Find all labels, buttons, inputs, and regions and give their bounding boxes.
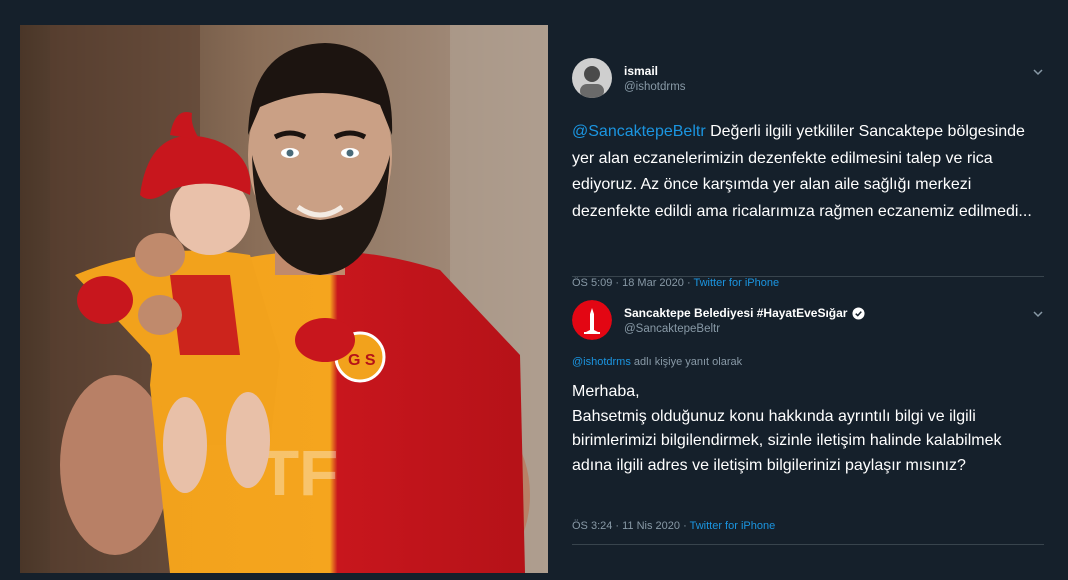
- tweet-thread: ismail @ishotdrms @SancaktepeBeltr Değer…: [560, 30, 1056, 575]
- display-name-row: Sancaktepe Belediyesi #HayatEveSığar: [624, 306, 866, 320]
- tweet-greeting: Merhaba,: [572, 383, 640, 400]
- source-link[interactable]: Twitter for iPhone: [690, 520, 776, 532]
- divider: [572, 544, 1044, 545]
- chevron-down-icon[interactable]: [1032, 66, 1044, 78]
- display-name[interactable]: ismail: [624, 64, 686, 78]
- photo-illustration: ★★★★ G S TF: [20, 25, 548, 573]
- tweet-timestamp: ÖS 3:24 · 11 Nis 2020 · Twitter for iPho…: [572, 520, 775, 532]
- reply-context: @ishotdrms adlı kişiye yanıt olarak: [572, 356, 742, 368]
- display-name[interactable]: Sancaktepe Belediyesi #HayatEveSığar: [624, 306, 847, 320]
- avatar[interactable]: [572, 58, 612, 98]
- tweet-photo[interactable]: ★★★★ G S TF: [20, 25, 548, 573]
- reply-user-link[interactable]: @ishotdrms: [572, 356, 631, 368]
- user-handle[interactable]: @SancaktepeBeltr: [624, 323, 865, 335]
- timestamp-text[interactable]: ÖS 3:24 · 11 Nis 2020 ·: [572, 520, 690, 532]
- mention-link[interactable]: @SancaktepeBeltr: [572, 123, 706, 140]
- jersey-sponsor: TF: [260, 437, 338, 509]
- timestamp-text[interactable]: ÖS 5:09 · 18 Mar 2020 ·: [572, 277, 693, 289]
- tweet-text: Merhaba, Bahsetmiş olduğunuz konu hakkın…: [572, 380, 1044, 478]
- tweet-text: @SancaktepeBeltr Değerli ilgili yetkilil…: [572, 119, 1042, 225]
- avatar[interactable]: [572, 300, 612, 340]
- verified-badge-icon: [852, 306, 866, 320]
- divider: [572, 276, 1044, 277]
- tweet-timestamp: ÖS 5:09 · 18 Mar 2020 · Twitter for iPho…: [572, 277, 779, 289]
- user-handle[interactable]: @ishotdrms: [624, 81, 686, 93]
- reply-context-text: adlı kişiye yanıt olarak: [630, 356, 743, 368]
- tweet-body: Bahsetmiş olduğunuz konu hakkında ayrınt…: [572, 407, 1002, 474]
- source-link[interactable]: Twitter for iPhone: [693, 277, 779, 289]
- chevron-down-icon[interactable]: [1032, 308, 1044, 320]
- crest-letters: G S: [348, 352, 376, 369]
